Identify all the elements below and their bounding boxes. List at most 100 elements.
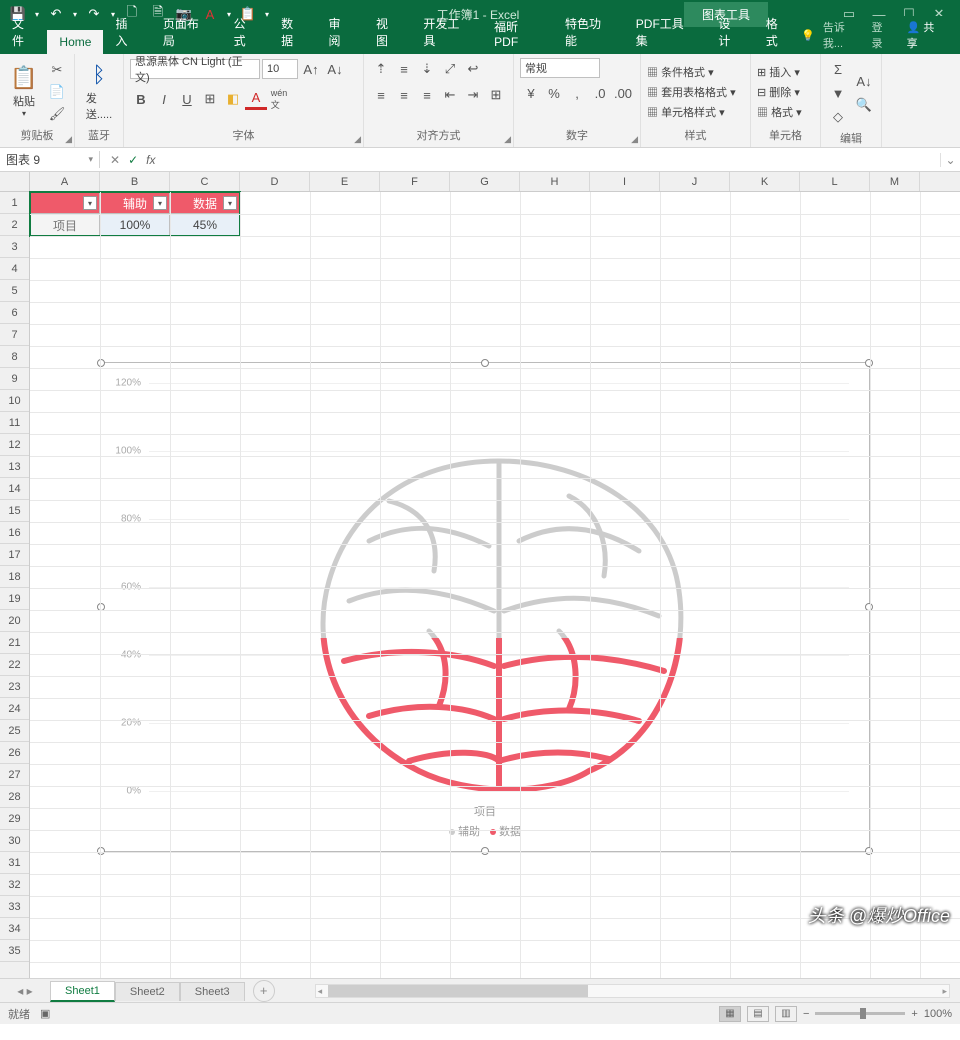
- bold-icon[interactable]: B: [130, 88, 152, 110]
- row-header-11[interactable]: 11: [0, 412, 29, 434]
- clipboard-launcher-icon[interactable]: ◢: [65, 134, 72, 145]
- normal-view-icon[interactable]: ▦: [719, 1006, 741, 1022]
- cancel-formula-icon[interactable]: ✕: [110, 153, 120, 167]
- col-header-I[interactable]: I: [590, 172, 660, 191]
- row-header-30[interactable]: 30: [0, 830, 29, 852]
- tab-foxit[interactable]: 福昕PDF: [482, 13, 553, 54]
- page-layout-view-icon[interactable]: ▤: [747, 1006, 769, 1022]
- col-header-J[interactable]: J: [660, 172, 730, 191]
- row-header-18[interactable]: 18: [0, 566, 29, 588]
- row-header-2[interactable]: 2: [0, 214, 29, 236]
- inc-decimal-icon[interactable]: .0: [589, 82, 611, 104]
- row-header-28[interactable]: 28: [0, 786, 29, 808]
- row-header-6[interactable]: 6: [0, 302, 29, 324]
- filter-arrow-icon[interactable]: ▾: [83, 196, 97, 210]
- tab-view[interactable]: 视图: [364, 10, 411, 54]
- name-box[interactable]: 图表 9▾: [0, 151, 100, 168]
- row-header-24[interactable]: 24: [0, 698, 29, 720]
- sort-filter-icon[interactable]: A↓: [853, 70, 875, 92]
- fx-icon[interactable]: fx: [146, 153, 155, 167]
- align-right-icon[interactable]: ≡: [416, 84, 438, 106]
- underline-icon[interactable]: U: [176, 88, 198, 110]
- filter-arrow-icon[interactable]: ▾: [223, 196, 237, 210]
- add-sheet-button[interactable]: +: [253, 980, 275, 1002]
- font-name-select[interactable]: 思源黑体 CN Light (正文): [130, 59, 260, 79]
- col-header-L[interactable]: L: [800, 172, 870, 191]
- filter-arrow-icon[interactable]: ▾: [153, 196, 167, 210]
- zoom-in-icon[interactable]: +: [911, 1008, 917, 1020]
- row-header-5[interactable]: 5: [0, 280, 29, 302]
- cell-c2[interactable]: 45%: [170, 214, 240, 236]
- tab-design[interactable]: 设计: [706, 10, 753, 54]
- zoom-slider[interactable]: [815, 1012, 905, 1015]
- macro-record-icon[interactable]: ▣: [40, 1007, 50, 1020]
- row-header-23[interactable]: 23: [0, 676, 29, 698]
- format-cells-button[interactable]: ▦ 格式 ▾: [757, 104, 802, 120]
- fill-icon[interactable]: ▼: [827, 82, 849, 104]
- col-header-F[interactable]: F: [380, 172, 450, 191]
- horizontal-scrollbar[interactable]: ◂▸: [315, 984, 950, 998]
- format-painter-icon[interactable]: 🖌: [46, 104, 68, 124]
- cond-format-button[interactable]: ▦ 条件格式 ▾: [647, 64, 736, 80]
- cut-icon[interactable]: ✂: [46, 60, 68, 80]
- currency-icon[interactable]: ¥: [520, 82, 542, 104]
- tab-home[interactable]: Home: [47, 30, 103, 54]
- cell-b2[interactable]: 100%: [100, 214, 170, 236]
- align-middle-icon[interactable]: ≡: [393, 58, 415, 80]
- row-header-13[interactable]: 13: [0, 456, 29, 478]
- indent-dec-icon[interactable]: ⇤: [439, 84, 461, 106]
- login-button[interactable]: 登录: [871, 19, 892, 51]
- table-format-button[interactable]: ▦ 套用表格格式 ▾: [647, 84, 736, 100]
- wrap-text-icon[interactable]: ↩: [462, 58, 484, 80]
- row-header-35[interactable]: 35: [0, 940, 29, 962]
- select-all-corner[interactable]: [0, 172, 30, 191]
- orientation-icon[interactable]: ⤢: [439, 58, 461, 80]
- cell-a1[interactable]: ▾: [30, 192, 100, 214]
- sheet-tab-3[interactable]: Sheet3: [180, 982, 245, 1001]
- comma-icon[interactable]: ,: [566, 82, 588, 104]
- row-header-21[interactable]: 21: [0, 632, 29, 654]
- redo-icon[interactable]: ↷: [82, 2, 106, 26]
- zoom-out-icon[interactable]: −: [803, 1008, 809, 1020]
- row-header-12[interactable]: 12: [0, 434, 29, 456]
- number-format-select[interactable]: 常规: [520, 58, 600, 78]
- number-launcher-icon[interactable]: ◢: [631, 134, 638, 145]
- tab-formulas[interactable]: 公式: [222, 10, 269, 54]
- font-launcher-icon[interactable]: ◢: [354, 134, 361, 145]
- increase-font-icon[interactable]: A↑: [300, 58, 322, 80]
- align-left-icon[interactable]: ≡: [370, 84, 392, 106]
- tab-format[interactable]: 格式: [754, 10, 801, 54]
- row-header-31[interactable]: 31: [0, 852, 29, 874]
- tab-file[interactable]: 文件: [0, 10, 47, 54]
- chart-object[interactable]: 0%20%40%60%80%100%120%: [100, 362, 870, 852]
- copy-icon[interactable]: 📄: [46, 82, 68, 102]
- worksheet-grid[interactable]: ABCDEFGHIJKLM 12345678910111213141516171…: [0, 172, 960, 978]
- zoom-level[interactable]: 100%: [924, 1008, 952, 1020]
- autosum-icon[interactable]: Σ: [827, 58, 849, 80]
- merge-icon[interactable]: ⊞: [485, 84, 507, 106]
- cell-c1[interactable]: 数据▾: [170, 192, 240, 214]
- enter-formula-icon[interactable]: ✓: [128, 153, 138, 167]
- col-header-M[interactable]: M: [870, 172, 920, 191]
- row-header-4[interactable]: 4: [0, 258, 29, 280]
- col-header-H[interactable]: H: [520, 172, 590, 191]
- row-header-15[interactable]: 15: [0, 500, 29, 522]
- row-header-8[interactable]: 8: [0, 346, 29, 368]
- insert-cells-button[interactable]: ⊞ 插入 ▾: [757, 64, 802, 80]
- sheet-tab-2[interactable]: Sheet2: [115, 982, 180, 1001]
- font-size-select[interactable]: 10: [262, 59, 298, 79]
- expand-formula-icon[interactable]: ⌄: [940, 153, 960, 167]
- sheet-tab-1[interactable]: Sheet1: [50, 981, 115, 1002]
- align-top-icon[interactable]: ⇡: [370, 58, 392, 80]
- row-header-1[interactable]: 1: [0, 192, 29, 214]
- indent-inc-icon[interactable]: ⇥: [462, 84, 484, 106]
- tab-insert[interactable]: 插入: [103, 10, 150, 54]
- clear-icon[interactable]: ◇: [827, 106, 849, 128]
- align-bottom-icon[interactable]: ⇣: [416, 58, 438, 80]
- tab-special[interactable]: 特色功能: [553, 10, 624, 54]
- find-icon[interactable]: 🔍: [853, 94, 875, 116]
- italic-icon[interactable]: I: [153, 88, 175, 110]
- delete-cells-button[interactable]: ⊟ 删除 ▾: [757, 84, 802, 100]
- row-header-17[interactable]: 17: [0, 544, 29, 566]
- row-header-33[interactable]: 33: [0, 896, 29, 918]
